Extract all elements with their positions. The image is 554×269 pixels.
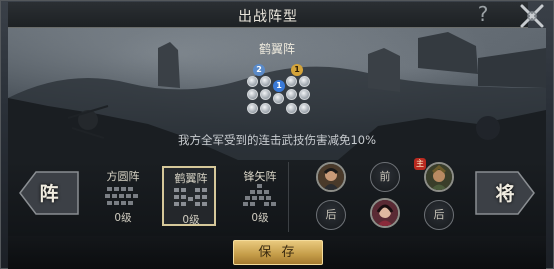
- general-slot-back-left[interactable]: 后: [316, 200, 346, 230]
- formation-option-label: 方圆阵: [106, 170, 140, 183]
- formation-tab-button[interactable]: 阵: [18, 166, 80, 220]
- general-portrait-icon: [372, 200, 398, 226]
- help-button[interactable]: ?: [472, 2, 494, 26]
- general-tab-button[interactable]: 将: [474, 166, 536, 220]
- general-portrait-icon: [318, 164, 344, 190]
- general-slot-portrait-2[interactable]: [370, 198, 400, 228]
- slot-marker-1-gold: 1: [291, 64, 303, 76]
- formation-node: [260, 103, 271, 114]
- formation-option-level: 0级: [182, 214, 200, 226]
- formation-node: [247, 103, 258, 114]
- general-tab-label: 将: [495, 183, 515, 205]
- formation-pattern-icon: [243, 184, 276, 206]
- formation-node: [286, 76, 297, 87]
- section-divider: [288, 162, 289, 232]
- general-slot-portrait-1[interactable]: [316, 162, 346, 192]
- formation-grid: 2 1 1: [244, 62, 314, 124]
- formation-node: [299, 103, 310, 114]
- slot-marker-1-blue: 1: [273, 80, 285, 92]
- formation-node: [260, 89, 271, 100]
- save-button[interactable]: 保 存: [233, 240, 323, 265]
- formation-effect-text: 我方全军受到的连击武技伤害减免10%: [177, 133, 377, 147]
- slot-marker-2: 2: [253, 64, 265, 76]
- formation-node: [247, 89, 258, 100]
- formation-option-label: 鹤翼阵: [174, 172, 208, 185]
- general-slot-portrait-main[interactable]: [424, 162, 454, 192]
- window-title: 出战阵型: [238, 9, 298, 25]
- formation-tab-label: 阵: [39, 183, 59, 205]
- formation-option-level: 0级: [251, 212, 269, 224]
- formation-node: [299, 76, 310, 87]
- main-general-badge: 主: [414, 158, 426, 170]
- formation-option-heyi[interactable]: 鹤翼阵 0级: [162, 166, 216, 226]
- formation-node: [260, 76, 271, 87]
- title-bar: 出战阵型: [8, 2, 528, 28]
- formation-node: [273, 93, 284, 104]
- formation-option-fangyuan[interactable]: 方圆阵 0级: [96, 166, 150, 226]
- general-slot-back-right[interactable]: 后: [424, 200, 454, 230]
- formation-node: [286, 89, 297, 100]
- general-slot-front[interactable]: 前: [370, 162, 400, 192]
- formation-pattern-icon: [105, 187, 138, 205]
- formation-node: [286, 103, 297, 114]
- formation-node: [299, 89, 310, 100]
- formation-option-fengshi[interactable]: 锋矢阵 0级: [233, 166, 287, 226]
- formation-pattern-icon: [174, 188, 207, 206]
- formation-option-level: 0级: [114, 212, 132, 224]
- formation-option-label: 锋矢阵: [243, 170, 277, 183]
- general-portrait-icon: [426, 164, 452, 190]
- formation-name: 鹤翼阵: [258, 42, 295, 56]
- formation-node: [247, 76, 258, 87]
